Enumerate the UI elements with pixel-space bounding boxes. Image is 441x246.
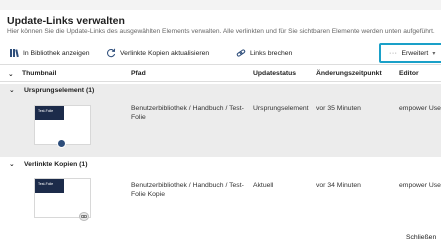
library-icon	[9, 48, 19, 58]
editor-cell: empower User	[399, 105, 441, 112]
link-badge-icon	[79, 212, 89, 221]
refresh-icon	[106, 48, 116, 58]
column-path[interactable]: Pfad	[131, 70, 146, 77]
path-cell: Benutzerbibliothek / Handbuch / Test- Fo…	[131, 181, 251, 199]
group-label: Ursprungselement (1)	[24, 87, 95, 94]
dialog-subtitle: Hier können Sie die Update-Links des aus…	[7, 28, 435, 35]
more-icon: ···	[389, 49, 398, 57]
slide-preview: Test-Folie	[35, 179, 64, 193]
status-cell: Ursprungselement	[253, 105, 309, 112]
header-expand-chevron-icon[interactable]: ⌄	[8, 70, 14, 78]
path-line: Folie Kopie	[131, 191, 166, 198]
group-label: Verlinkte Kopien (1)	[24, 161, 88, 168]
toolbar: In Bibliothek anzeigen Verlinkte Kopien …	[0, 43, 441, 63]
status-cell: Aktuell	[253, 182, 274, 189]
column-thumbnail[interactable]: Thumbnail	[22, 70, 56, 77]
changed-cell: vor 35 Minuten	[316, 105, 361, 112]
dialog-title: Update-Links verwalten	[7, 15, 125, 27]
close-button[interactable]: Schließen	[406, 234, 436, 241]
group-linked-copies-header[interactable]: ⌄ Verlinkte Kopien (1)	[0, 158, 441, 172]
chevron-down-icon: ▾	[432, 50, 436, 57]
origin-dot-icon	[57, 139, 66, 148]
advanced-button[interactable]: ··· Erweitert ▾	[379, 43, 441, 63]
update-linked-copies-label: Verlinkte Kopien aktualisieren	[120, 49, 210, 57]
column-status[interactable]: Updatestatus	[253, 70, 296, 77]
show-in-library-button[interactable]: In Bibliothek anzeigen	[9, 46, 90, 60]
table-header: ⌄ Thumbnail Pfad Updatestatus Änderungsz…	[0, 64, 441, 82]
changed-cell: vor 34 Minuten	[316, 182, 361, 189]
advanced-label: Erweitert	[401, 49, 429, 57]
group-origin-header[interactable]: ⌄ Ursprungselement (1)	[0, 84, 441, 98]
table-row[interactable]: Test-Folie Benutzerbibliothek / Handbuch…	[0, 172, 441, 231]
path-line: Benutzerbibliothek / Handbuch / Test-	[131, 105, 244, 112]
break-links-button[interactable]: Links brechen	[236, 46, 292, 60]
path-line: Benutzerbibliothek / Handbuch / Test-	[131, 182, 244, 189]
slide-thumbnail: Test-Folie	[34, 178, 91, 221]
editor-cell: empower User	[399, 182, 441, 189]
show-in-library-label: In Bibliothek anzeigen	[23, 49, 90, 57]
table-row[interactable]: Test-Folie Benutzerbibliothek / Handbuch…	[0, 98, 441, 157]
slide-thumbnail: Test-Folie	[34, 105, 91, 148]
column-editor[interactable]: Editor	[399, 70, 419, 77]
top-strip	[0, 0, 441, 10]
path-cell: Benutzerbibliothek / Handbuch / Test- Fo…	[131, 104, 251, 122]
break-links-label: Links brechen	[250, 49, 293, 57]
column-changed[interactable]: Änderungszeitpunkt	[316, 70, 382, 77]
chevron-down-icon: ⌄	[9, 87, 15, 94]
slide-preview: Test-Folie	[35, 106, 64, 120]
update-linked-copies-button[interactable]: Verlinkte Kopien aktualisieren	[106, 46, 209, 60]
path-line: Folie	[131, 114, 146, 121]
link-icon	[236, 48, 246, 58]
chevron-down-icon: ⌄	[9, 161, 15, 168]
